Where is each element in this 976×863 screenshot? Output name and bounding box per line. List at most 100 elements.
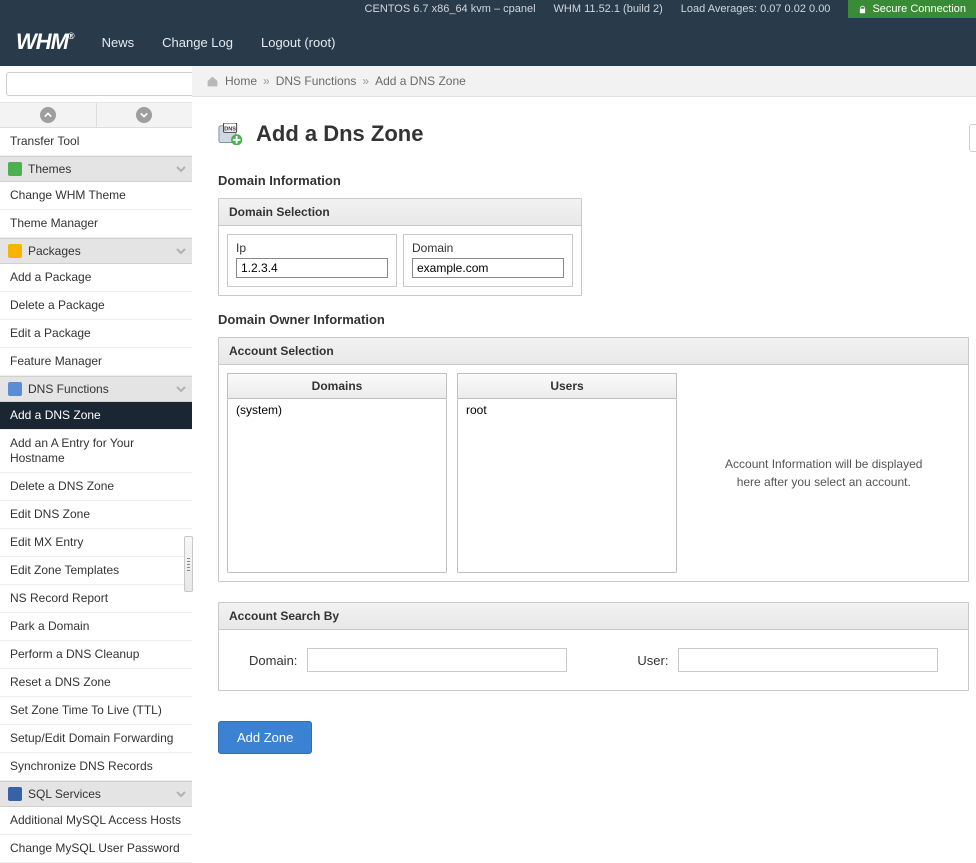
sidebar-collapse-row — [0, 103, 192, 128]
whm-logo: WHM® — [16, 29, 74, 55]
page-title: Add a Dns Zone — [256, 121, 423, 147]
sidebar-item-park-domain[interactable]: Park a Domain — [0, 613, 192, 641]
sidebar-item-sync-dns-records[interactable]: Synchronize DNS Records — [0, 753, 192, 781]
status-os: CENTOS 6.7 x86_64 kvm – cpanel — [365, 3, 536, 15]
breadcrumb-home[interactable]: Home — [225, 74, 257, 88]
chevron-down-icon — [176, 164, 186, 174]
section-domain-info: Domain Information — [218, 173, 969, 188]
account-search-header: Account Search By — [219, 603, 968, 630]
sidebar: Transfer Tool Themes Change WHM Theme Th… — [0, 128, 192, 863]
breadcrumb-dns-functions[interactable]: DNS Functions — [276, 74, 357, 88]
domain-field-box: Domain — [403, 234, 573, 287]
sidebar-search — [0, 66, 192, 103]
account-selection-panel: Account Selection Domains (system) Users — [218, 337, 969, 582]
account-search-panel: Account Search By Domain: User: — [218, 602, 969, 691]
sidebar-group-label: Themes — [28, 162, 71, 176]
domains-column: Domains (system) — [227, 373, 447, 573]
sidebar-item-edit-zone-templates[interactable]: Edit Zone Templates — [0, 557, 192, 585]
domains-listbox[interactable]: (system) — [227, 399, 447, 573]
breadcrumb-current: Add a DNS Zone — [375, 74, 466, 88]
page-title-row: DNS Add a Dns Zone — [218, 121, 969, 147]
domain-selection-header: Domain Selection — [219, 199, 581, 226]
status-bar: CENTOS 6.7 x86_64 kvm – cpanel WHM 11.52… — [0, 0, 976, 18]
breadcrumb: Home » DNS Functions » Add a DNS Zone — [192, 66, 976, 97]
account-info-placeholder: Account Information will be displayed he… — [687, 373, 960, 573]
status-whm: WHM 11.52.1 (build 2) — [554, 3, 663, 15]
sidebar-item-change-whm-theme[interactable]: Change WHM Theme — [0, 182, 192, 210]
dns-zone-icon: DNS — [218, 123, 246, 145]
users-column: Users root — [457, 373, 677, 573]
domain-input[interactable] — [412, 258, 564, 278]
sidebar-group-dns-functions[interactable]: DNS Functions — [0, 376, 192, 402]
user-option-root[interactable]: root — [460, 401, 674, 419]
sidebar-item-ns-record-report[interactable]: NS Record Report — [0, 585, 192, 613]
expand-all-button[interactable] — [97, 103, 193, 127]
sidebar-item-add-package[interactable]: Add a Package — [0, 264, 192, 292]
account-selection-header: Account Selection — [219, 338, 968, 365]
svg-text:DNS: DNS — [224, 126, 236, 132]
nav-changelog[interactable]: Change Log — [162, 35, 233, 50]
secure-label: Secure Connection — [872, 3, 966, 15]
ip-label: Ip — [236, 241, 388, 255]
search-user-input[interactable] — [678, 648, 938, 672]
dns-icon — [8, 382, 22, 396]
sidebar-group-label: DNS Functions — [28, 382, 109, 396]
sidebar-item-edit-dns-zone[interactable]: Edit DNS Zone — [0, 501, 192, 529]
sidebar-item-dns-cleanup[interactable]: Perform a DNS Cleanup — [0, 641, 192, 669]
sidebar-item-add-a-entry[interactable]: Add an A Entry for Your Hostname — [0, 430, 192, 473]
domains-header: Domains — [227, 373, 447, 399]
chevron-down-icon — [176, 789, 186, 799]
chevron-up-icon — [44, 111, 52, 119]
left-column: Transfer Tool Themes Change WHM Theme Th… — [0, 66, 192, 863]
domain-label: Domain — [412, 241, 564, 255]
nav-logout[interactable]: Logout (root) — [261, 35, 335, 50]
home-icon — [206, 75, 219, 88]
ip-input[interactable] — [236, 258, 388, 278]
add-zone-button[interactable]: Add Zone — [218, 721, 312, 754]
sidebar-item-theme-manager[interactable]: Theme Manager — [0, 210, 192, 238]
main-content: DNS Add a Dns Zone Domain Information Do… — [192, 97, 976, 782]
sidebar-item-edit-mx-entry[interactable]: Edit MX Entry — [0, 529, 192, 557]
chevron-down-icon — [176, 246, 186, 256]
sql-icon — [8, 787, 22, 801]
sidebar-item-delete-package[interactable]: Delete a Package — [0, 292, 192, 320]
secure-connection-badge: Secure Connection — [848, 0, 976, 18]
chevron-down-icon — [176, 384, 186, 394]
status-load: Load Averages: 0.07 0.02 0.00 — [681, 3, 831, 15]
search-input[interactable] — [6, 72, 197, 96]
sidebar-group-sql-services[interactable]: SQL Services — [0, 781, 192, 807]
users-listbox[interactable]: root — [457, 399, 677, 573]
section-owner-info: Domain Owner Information — [218, 312, 969, 327]
domain-option-system[interactable]: (system) — [230, 401, 444, 419]
collapse-all-button[interactable] — [0, 103, 97, 127]
domain-selection-panel: Domain Selection Ip Domain — [218, 198, 582, 296]
sidebar-resize-handle[interactable] — [184, 536, 193, 592]
sidebar-item-domain-forwarding[interactable]: Setup/Edit Domain Forwarding — [0, 725, 192, 753]
themes-icon — [8, 162, 22, 176]
top-nav: WHM® News Change Log Logout (root) — [0, 18, 976, 66]
sidebar-item-feature-manager[interactable]: Feature Manager — [0, 348, 192, 376]
search-domain-input[interactable] — [307, 648, 567, 672]
sidebar-item-mysql-access-hosts[interactable]: Additional MySQL Access Hosts — [0, 807, 192, 835]
sidebar-group-themes[interactable]: Themes — [0, 156, 192, 182]
sidebar-item-edit-package[interactable]: Edit a Package — [0, 320, 192, 348]
search-user-label: User: — [637, 653, 668, 668]
sidebar-item-set-zone-ttl[interactable]: Set Zone Time To Live (TTL) — [0, 697, 192, 725]
sidebar-group-packages[interactable]: Packages — [0, 238, 192, 264]
lock-icon — [858, 5, 867, 14]
sidebar-item-change-mysql-password[interactable]: Change MySQL User Password — [0, 835, 192, 863]
search-domain-label: Domain: — [249, 653, 297, 668]
sidebar-item-transfer-tool[interactable]: Transfer Tool — [0, 128, 192, 156]
sidebar-item-add-dns-zone[interactable]: Add a DNS Zone — [0, 402, 192, 430]
sidebar-item-reset-dns-zone[interactable]: Reset a DNS Zone — [0, 669, 192, 697]
sidebar-group-label: SQL Services — [28, 787, 101, 801]
nav-news[interactable]: News — [102, 35, 135, 50]
help-button[interactable] — [969, 124, 976, 152]
packages-icon — [8, 244, 22, 258]
main-column: Home » DNS Functions » Add a DNS Zone DN… — [192, 66, 976, 863]
chevron-down-icon — [140, 111, 148, 119]
sidebar-item-delete-dns-zone[interactable]: Delete a DNS Zone — [0, 473, 192, 501]
sidebar-group-label: Packages — [28, 244, 81, 258]
breadcrumb-sep: » — [263, 74, 270, 88]
ip-field-box: Ip — [227, 234, 397, 287]
